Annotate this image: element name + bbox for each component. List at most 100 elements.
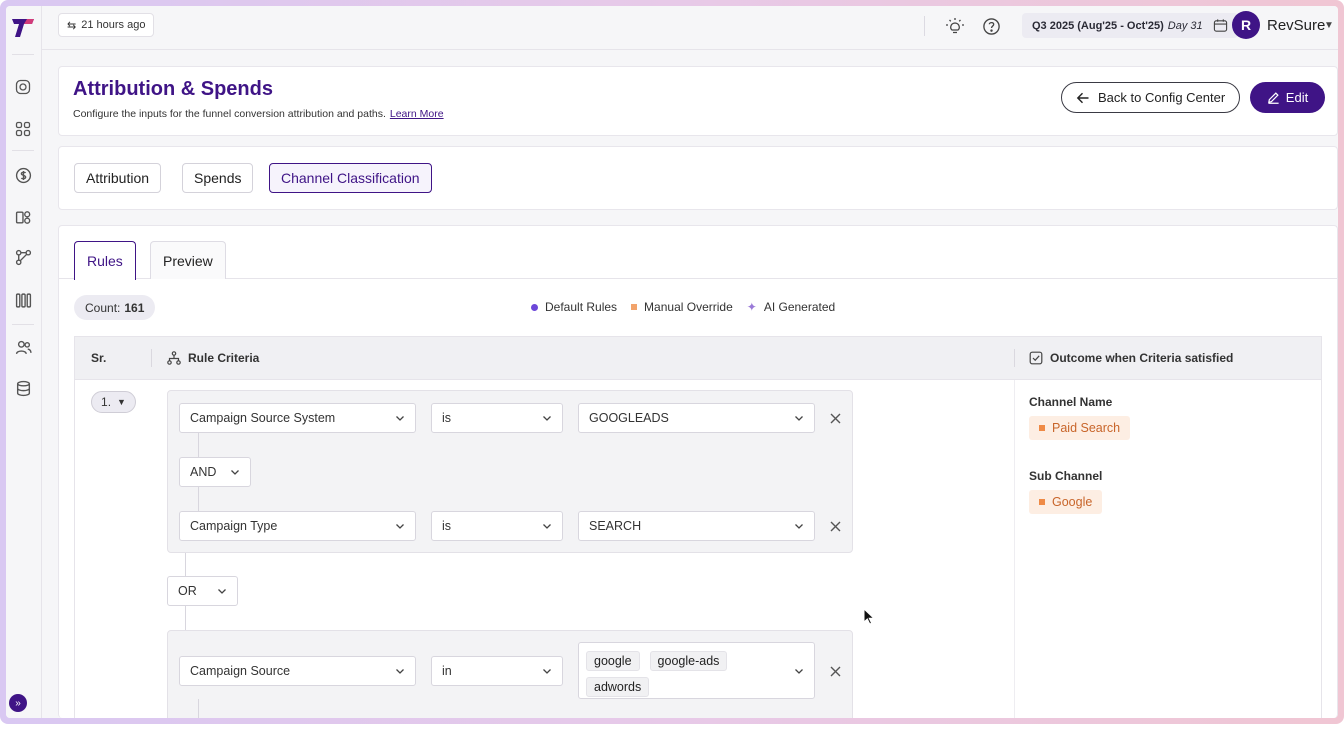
value-tag[interactable]: google: [586, 651, 640, 671]
instagram-icon[interactable]: [12, 76, 34, 98]
tab-spends[interactable]: Spends: [182, 163, 254, 193]
tab-attribution[interactable]: Attribution: [74, 163, 162, 193]
operator-select[interactable]: is: [431, 511, 563, 541]
value-select-value: GOOGLEADS: [589, 411, 669, 425]
page-header: Attribution & Spends Configure the input…: [58, 66, 1338, 136]
legend-ai: ✦ AI Generated: [747, 300, 835, 314]
channel-name-chip: Paid Search: [1029, 416, 1131, 440]
operator-select[interactable]: is: [431, 403, 563, 433]
multi-value-select[interactable]: google google-ads adwords: [578, 642, 815, 699]
value-select[interactable]: GOOGLEADS: [578, 403, 815, 433]
sub-channel-value: Google: [1052, 495, 1093, 509]
column-divider: [1014, 380, 1015, 718]
count-value: 161: [124, 300, 145, 315]
edit-button-label: Edit: [1285, 90, 1309, 105]
condition-connector: [198, 487, 199, 511]
remove-condition-icon[interactable]: [828, 664, 842, 678]
manual-square-icon: [1039, 425, 1045, 431]
apps-grid-icon[interactable]: [12, 118, 34, 140]
remove-condition-icon[interactable]: [828, 411, 842, 425]
value-tag[interactable]: adwords: [586, 677, 650, 697]
group-connector: [185, 553, 186, 576]
database-icon[interactable]: [12, 377, 34, 399]
caret-down-icon[interactable]: ▼: [1324, 20, 1334, 31]
date-range-selector[interactable]: Q3 2025 (Aug'25 - Oct'25) Day 31: [1022, 13, 1238, 38]
expand-sidebar-button[interactable]: »: [9, 694, 27, 712]
chevron-down-icon: [396, 416, 404, 421]
channel-name-label: Channel Name: [1029, 395, 1113, 409]
sub-channel-label: Sub Channel: [1029, 469, 1103, 483]
page-subtitle: Configure the inputs for the funnel conv…: [73, 108, 444, 120]
calendar-icon: [1213, 19, 1227, 32]
chevron-down-icon: [218, 589, 226, 594]
manual-square-icon: [1039, 499, 1045, 505]
chevron-down-icon: [795, 524, 803, 529]
sub-tabs-baseline: [59, 278, 1337, 279]
brand-logo-icon[interactable]: [11, 16, 35, 38]
pencil-icon: [1267, 92, 1279, 104]
column-header-outcome: Outcome when Criteria satisfied: [1029, 351, 1233, 365]
operator-select-value: in: [442, 664, 452, 678]
top-bar: ⇆ 21 hours ago Q3 2025 (Aug'25 - Oct'25)…: [42, 6, 1338, 50]
theme-toggle-icon[interactable]: [944, 15, 966, 37]
rule-type-legend: Default Rules Manual Override ✦ AI Gener…: [531, 300, 835, 314]
app-frame: » ⇆ 21 hours ago Q3 2025 (Aug'25 - Oct'2…: [0, 0, 1344, 724]
table-header: Sr. Rule Criteria Outcome when Criteria …: [75, 337, 1321, 380]
dollar-icon[interactable]: [12, 164, 34, 186]
topbar-divider: [924, 16, 925, 36]
avatar[interactable]: R: [1232, 11, 1260, 39]
org-name[interactable]: RevSure: [1267, 17, 1325, 34]
date-range-label: Q3 2025 (Aug'25 - Oct'25): [1032, 19, 1164, 32]
group-and-or-value: OR: [178, 584, 197, 598]
column-divider: [151, 349, 152, 367]
chevron-down-icon: [231, 470, 239, 475]
chevron-down-icon: [543, 669, 551, 674]
back-button-label: Back to Config Center: [1098, 90, 1226, 105]
back-to-config-button[interactable]: Back to Config Center: [1061, 82, 1241, 113]
tab-channel-classification[interactable]: Channel Classification: [269, 163, 432, 193]
learn-more-link[interactable]: Learn More: [390, 108, 444, 120]
group-and-or-select[interactable]: OR: [167, 576, 238, 606]
chevron-down-icon: [795, 669, 803, 674]
operator-select-value: is: [442, 519, 452, 533]
mouse-cursor-icon: [863, 608, 875, 625]
chevron-down-icon: [543, 416, 551, 421]
value-select[interactable]: SEARCH: [578, 511, 815, 541]
checkbox-icon: [1029, 351, 1043, 365]
field-select[interactable]: Campaign Source: [179, 656, 416, 686]
channel-name-value: Paid Search: [1052, 421, 1121, 435]
edit-button[interactable]: Edit: [1250, 82, 1325, 113]
arrow-left-icon: [1076, 92, 1089, 103]
criteria-header-label: Rule Criteria: [188, 351, 260, 365]
hierarchy-icon: [167, 351, 181, 365]
tab-rules[interactable]: Rules: [74, 241, 136, 280]
rule-number-dropdown[interactable]: 1. ▼: [91, 391, 136, 413]
chevron-down-icon: [396, 524, 404, 529]
tab-preview[interactable]: Preview: [150, 241, 226, 279]
sidebar-divider: [12, 54, 34, 55]
users-icon[interactable]: [12, 336, 34, 358]
sub-channel-chip: Google: [1029, 490, 1103, 514]
reports-columns-icon[interactable]: [12, 289, 34, 311]
main-content: Attribution & Spends Configure the input…: [58, 66, 1338, 718]
help-icon[interactable]: [980, 15, 1002, 37]
page-subtitle-text: Configure the inputs for the funnel conv…: [73, 108, 386, 120]
column-header-sr: Sr.: [91, 351, 107, 365]
group-connector: [185, 606, 186, 630]
last-sync-indicator[interactable]: ⇆ 21 hours ago: [58, 13, 155, 37]
outcome-header-label: Outcome when Criteria satisfied: [1050, 351, 1234, 365]
field-select[interactable]: Campaign Source System: [179, 403, 416, 433]
journey-icon[interactable]: [12, 246, 34, 268]
campaigns-icon[interactable]: [12, 206, 34, 228]
and-or-select[interactable]: AND: [179, 457, 251, 487]
sidebar-divider: [12, 150, 34, 151]
and-or-select-value: AND: [190, 465, 217, 479]
legend-ai-label: AI Generated: [763, 300, 836, 314]
value-tag[interactable]: google-ads: [649, 651, 728, 671]
legend-default-label: Default Rules: [545, 300, 618, 314]
operator-select[interactable]: in: [431, 656, 563, 686]
field-select-value: Campaign Source System: [190, 411, 336, 425]
remove-condition-icon[interactable]: [828, 519, 842, 533]
caret-down-icon: ▼: [117, 397, 126, 407]
field-select[interactable]: Campaign Type: [179, 511, 416, 541]
